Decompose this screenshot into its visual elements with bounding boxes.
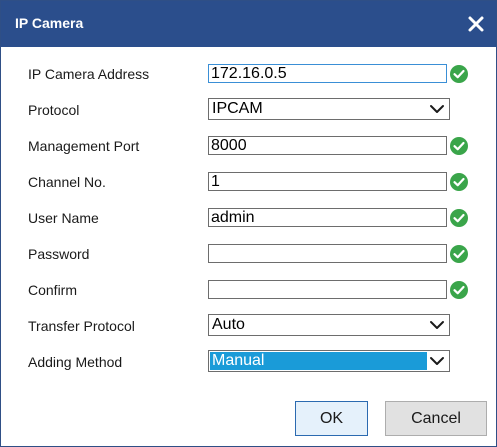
channel-no-label: Channel No. bbox=[28, 174, 106, 190]
transfer-protocol-select-value: Auto bbox=[212, 316, 245, 333]
close-icon bbox=[468, 16, 484, 32]
user-name-label: User Name bbox=[28, 210, 99, 226]
transfer-protocol-label: Transfer Protocol bbox=[28, 318, 135, 334]
transfer-protocol-select[interactable]: Auto bbox=[208, 314, 450, 336]
check-circle-icon bbox=[450, 281, 468, 299]
cancel-button[interactable]: Cancel bbox=[385, 401, 487, 436]
protocol-select-value: IPCAM bbox=[212, 100, 263, 117]
ok-button[interactable]: OK bbox=[295, 401, 368, 436]
check-circle-icon bbox=[450, 65, 468, 83]
confirm-password-input[interactable] bbox=[208, 280, 447, 299]
adding-method-label: Adding Method bbox=[28, 354, 123, 370]
management-port-label: Management Port bbox=[28, 138, 140, 154]
management-port-input[interactable] bbox=[208, 136, 447, 155]
password-label: Password bbox=[28, 246, 90, 262]
check-circle-icon bbox=[450, 173, 468, 191]
dialog-titlebar: IP Camera bbox=[1, 1, 496, 47]
protocol-select[interactable]: IPCAM bbox=[208, 98, 450, 120]
adding-method-select[interactable]: Manual bbox=[208, 350, 450, 372]
close-button[interactable] bbox=[464, 12, 488, 36]
user-name-input[interactable] bbox=[208, 208, 447, 227]
confirm-label: Confirm bbox=[28, 282, 78, 298]
ip-camera-dialog: IP Camera IP Camera Address Protocol IPC… bbox=[0, 0, 497, 447]
password-input[interactable] bbox=[208, 244, 447, 263]
ip-address-input[interactable] bbox=[208, 64, 447, 83]
adding-method-select-value: Manual bbox=[212, 352, 265, 369]
check-circle-icon bbox=[450, 245, 468, 263]
chevron-down-icon bbox=[430, 357, 444, 365]
protocol-label: Protocol bbox=[28, 102, 80, 118]
channel-no-input[interactable] bbox=[208, 172, 447, 191]
chevron-down-icon bbox=[430, 105, 444, 113]
dialog-title: IP Camera bbox=[15, 15, 84, 31]
chevron-down-icon bbox=[430, 321, 444, 329]
ip-address-label: IP Camera Address bbox=[28, 66, 150, 82]
check-circle-icon bbox=[450, 209, 468, 227]
check-circle-icon bbox=[450, 137, 468, 155]
